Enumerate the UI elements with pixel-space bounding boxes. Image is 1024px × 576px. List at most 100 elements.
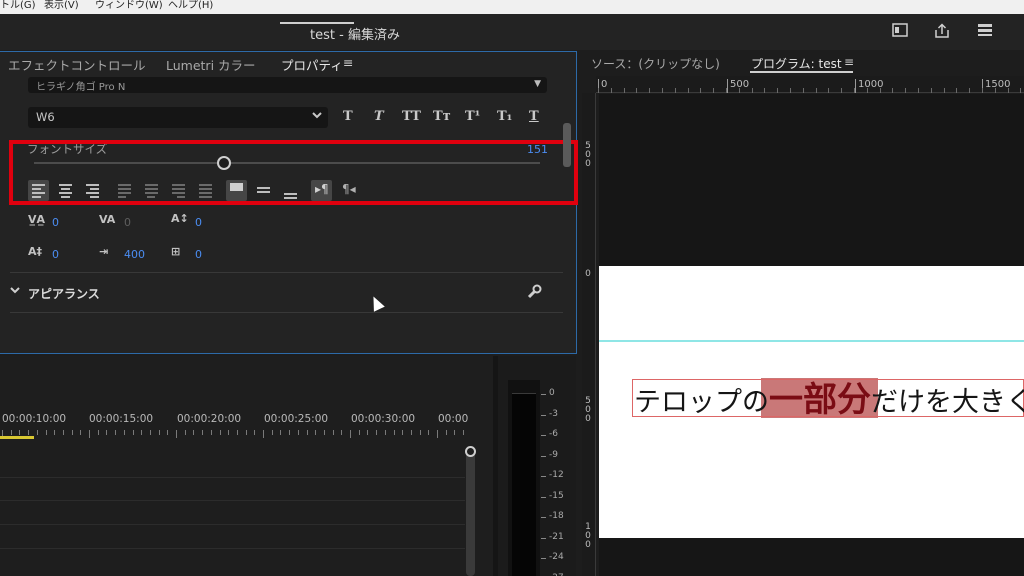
db-tick: [541, 476, 546, 477]
small-caps-button[interactable]: Tт: [433, 109, 451, 124]
tab-program-monitor[interactable]: プログラム: test: [751, 55, 842, 72]
ruler-tick: [71, 430, 73, 435]
kerning-icon: V̲A̲: [28, 213, 46, 226]
chevron-down-icon[interactable]: [10, 286, 20, 297]
timeline-scrollbar[interactable]: [466, 448, 475, 576]
section-divider: [10, 272, 563, 273]
ruler-tick: [866, 88, 868, 93]
wrench-icon[interactable]: [526, 284, 542, 304]
db-label: -12: [549, 470, 564, 480]
ruler-tick: [289, 430, 291, 435]
db-label: 0: [549, 388, 555, 398]
ruler-label: 5 0 0: [585, 396, 591, 424]
track-divider: [0, 548, 465, 549]
ruler-tick: [777, 88, 779, 93]
tracking-value[interactable]: 0: [124, 216, 131, 229]
audio-meter-bar: [512, 393, 536, 576]
appearance-section-header[interactable]: アピアランス: [28, 285, 100, 302]
ruler-tick: [410, 430, 412, 435]
db-tick: [541, 435, 546, 436]
ruler-tick: [184, 430, 186, 435]
ruler-tick: [802, 88, 804, 93]
ruler-tick: [236, 430, 238, 435]
menu-item-view[interactable]: 表示(V): [44, 0, 79, 12]
ruler-tick: [726, 88, 727, 93]
font-weight-dropdown[interactable]: W6: [28, 107, 328, 128]
caption-text[interactable]: テロップの一部分だけを大きく: [634, 383, 1024, 420]
db-label: -9: [549, 449, 558, 460]
timeline-scroll-handle[interactable]: [465, 446, 476, 457]
faux-bold-button[interactable]: T: [343, 109, 353, 124]
superscript-button[interactable]: T¹: [465, 109, 480, 124]
ruler-tick: [332, 430, 334, 435]
tab-effect-controls[interactable]: エフェクトコントロール: [8, 55, 146, 74]
ruler-tick: [764, 88, 766, 93]
timeline-ruler[interactable]: [0, 430, 465, 440]
leading-value[interactable]: 0: [52, 248, 59, 261]
chevron-down-icon: [312, 112, 322, 122]
work-area-bar[interactable]: [0, 436, 34, 439]
db-tick: [541, 496, 546, 498]
faux-italic-button[interactable]: T: [374, 109, 384, 124]
ruler-tick: [649, 88, 651, 93]
ruler-tick: [123, 430, 125, 435]
underline-button[interactable]: T: [529, 109, 539, 124]
ruler-tick: [943, 88, 945, 93]
ruler-tick: [358, 430, 360, 435]
timecode-label: 00:00:10:00: [2, 413, 67, 425]
ruler-tick: [445, 430, 447, 435]
ruler-tick: [341, 430, 343, 435]
timecode-label: 00:00:25:00: [264, 413, 329, 425]
ruler-tick: [210, 430, 212, 435]
active-tab-indicator: [280, 22, 354, 24]
ruler-tick: [879, 88, 881, 93]
menu-bar: トル(G) 表示(V) ウィンドウ(W) ヘルプ(H): [0, 0, 1024, 14]
ruler-tick: [790, 88, 791, 93]
tab-width-value[interactable]: 400: [124, 248, 145, 261]
ruler-tick: [930, 88, 932, 93]
tab-lumetri-color[interactable]: Lumetri カラー: [166, 55, 256, 74]
guide-line: [599, 340, 1024, 342]
db-label: -15: [549, 490, 564, 501]
caption-text-before: テロップの: [634, 387, 769, 418]
section-divider: [10, 312, 563, 313]
db-tick: [541, 517, 546, 518]
ruler-tick: [687, 88, 689, 93]
highlight-annotation: [9, 140, 578, 205]
db-label: -3: [549, 408, 558, 419]
all-caps-button[interactable]: TT: [402, 109, 421, 124]
ruler-tick: [254, 430, 256, 435]
panel-icon[interactable]: [891, 23, 909, 41]
kerning-value[interactable]: 0: [52, 216, 59, 229]
ruler-tick: [97, 430, 99, 435]
menu-item-edit[interactable]: トル(G): [0, 0, 36, 12]
font-weight-value: W6: [36, 110, 55, 124]
baseline-shift-icon: A↕: [171, 212, 189, 225]
ruler-tick: [80, 430, 82, 435]
tsume-value[interactable]: 0: [195, 248, 202, 261]
monitor-menu-icon[interactable]: ≡: [844, 55, 854, 69]
menu-item-window[interactable]: ウィンドウ(W): [95, 0, 163, 12]
panel-menu-icon[interactable]: ≡: [343, 55, 353, 70]
ruler-label: 0: [601, 79, 608, 90]
menu-item-help[interactable]: ヘルプ(H): [168, 0, 213, 12]
db-tick: [541, 558, 546, 559]
tab-properties[interactable]: プロパティ: [281, 55, 343, 74]
chevron-down-icon: ▼: [534, 79, 541, 89]
ruler-tick: [45, 430, 47, 435]
ruler-tick: [956, 88, 958, 93]
font-family-dropdown[interactable]: ヒラギノ角ゴ Pro N ▼: [28, 77, 547, 93]
panel-scrollbar[interactable]: [563, 123, 571, 167]
subscript-button[interactable]: T₁: [497, 109, 512, 124]
ruler-tick: [419, 430, 421, 435]
ruler-tick: [62, 430, 64, 435]
ruler-tick: [700, 88, 702, 93]
timecode-label: 00:00:15:00: [89, 413, 154, 425]
workspace-icon[interactable]: [976, 23, 994, 41]
ruler-tick: [598, 88, 599, 93]
tab-source-monitor[interactable]: ソース：(クリップなし): [591, 55, 720, 72]
ruler-tick: [828, 88, 830, 93]
ruler-label: 1 0 0: [585, 522, 591, 550]
share-icon[interactable]: [933, 23, 951, 41]
baseline-value[interactable]: 0: [195, 216, 202, 229]
